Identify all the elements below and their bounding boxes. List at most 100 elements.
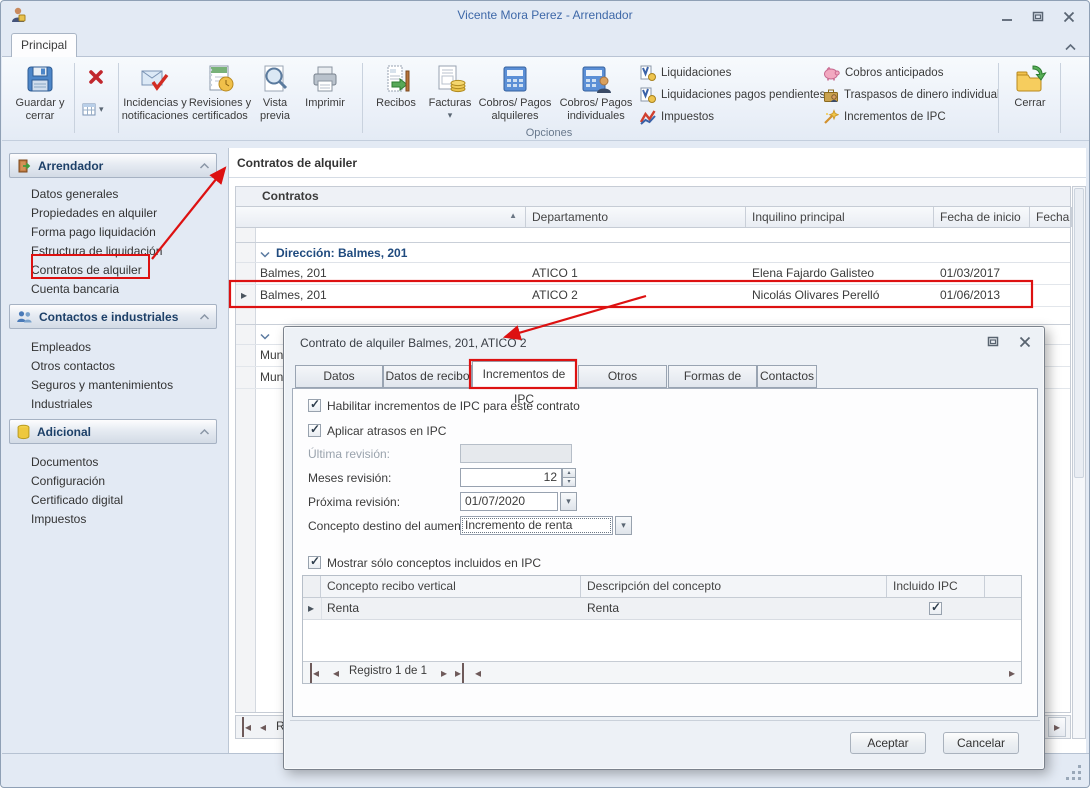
close-button[interactable] [1058, 9, 1080, 25]
nav-first-icon[interactable]: ◂ [242, 717, 251, 737]
meses-revision-label: Meses revisión: [308, 471, 391, 485]
sidebar-item-industriales[interactable]: Industriales [31, 395, 92, 414]
cobros-pagos-alquileres-button[interactable]: Cobros/ Pagos alquileres [478, 61, 552, 123]
nav-prev-icon[interactable]: ◂ [333, 663, 339, 683]
sidebar-item-configuracion[interactable]: Configuración [31, 472, 105, 491]
separator [74, 63, 75, 133]
traspasos-link[interactable]: Traspasos de dinero individual [823, 87, 1000, 103]
column-header-direccion[interactable]: ▲ [256, 207, 526, 227]
nav-prev-icon[interactable]: ◂ [260, 717, 266, 737]
sidebar-item-forma-pago[interactable]: Forma pago liquidación [31, 223, 156, 242]
scrollbar-thumb[interactable] [1074, 188, 1084, 478]
contract-dialog: Contrato de alquiler Balmes, 201, ATICO … [283, 326, 1045, 770]
cancelar-button[interactable]: Cancelar [943, 732, 1019, 754]
column-header-concepto[interactable]: Concepto recibo vertical [321, 576, 581, 597]
minimize-button[interactable] [996, 9, 1018, 25]
incluido-ipc-checkbox[interactable]: ✓ [929, 602, 942, 615]
proxima-revision-field[interactable]: 01/07/2020 [460, 492, 558, 511]
concepto-destino-combo[interactable]: Incremento de renta [460, 516, 613, 535]
sidebar-item-empleados[interactable]: Empleados [31, 338, 91, 357]
separator [362, 63, 363, 133]
imprimir-button[interactable]: Imprimir [298, 61, 352, 110]
liquidaciones-link[interactable]: Liquidaciones [640, 65, 731, 81]
liquidaciones-pendientes-link[interactable]: Liquidaciones pagos pendientes [640, 87, 825, 103]
sidebar-item-contratos-alquiler[interactable]: Contratos de alquiler [31, 261, 142, 280]
atrasos-checkbox[interactable]: ✓ [308, 424, 321, 437]
record-counter: Registro 1 de 1 [349, 665, 427, 677]
sidebar-item-datos-generales[interactable]: Datos generales [31, 185, 118, 204]
nav-last-icon[interactable]: ▸ [455, 663, 464, 683]
layout-dropdown-button[interactable]: ▾ [80, 99, 114, 119]
habilitar-checkbox[interactable]: ✓ [308, 399, 321, 412]
column-header-incluido[interactable]: Incluido IPC [887, 576, 985, 597]
scroll-right-button[interactable]: ▸ [1048, 717, 1066, 737]
resize-grip-icon[interactable] [1065, 764, 1083, 782]
spin-down-button[interactable]: ▾ [562, 477, 576, 487]
save-and-close-button[interactable]: Guardar y cerrar [10, 61, 70, 123]
cobros-anticipados-link[interactable]: Cobros anticipados [823, 65, 943, 81]
meses-revision-field[interactable]: 12 [460, 468, 562, 487]
incrementos-ipc-link[interactable]: Incrementos de IPC [823, 109, 946, 125]
table-row-selected[interactable]: ▸ Renta Renta ✓ [303, 598, 1021, 620]
revisiones-button[interactable]: Revisiones y certificados [188, 61, 252, 123]
tab-contactos[interactable]: Contactos [757, 365, 817, 388]
concepto-dropdown-button[interactable]: ▾ [615, 516, 632, 535]
aceptar-button[interactable]: Aceptar [850, 732, 926, 754]
tab-incrementos-ipc[interactable]: Incrementos de IPC [472, 361, 576, 389]
maximize-button[interactable] [1027, 9, 1049, 25]
dialog-maximize-button[interactable] [982, 334, 1004, 350]
sidebar-item-otros-contactos[interactable]: Otros contactos [31, 357, 115, 376]
sidebar-group-arrendador[interactable]: Arrendador [9, 153, 217, 178]
column-header-departamento[interactable]: Departamento [526, 207, 746, 227]
vertical-scrollbar[interactable] [1072, 186, 1086, 739]
table-row-selected[interactable]: ▸ Balmes, 201 ATICO 2 Nicolás Olivares P… [236, 285, 1070, 307]
tab-datos-recibo[interactable]: Datos de recibo [383, 365, 472, 388]
column-header-inquilino[interactable]: Inquilino principal [746, 207, 934, 227]
sidebar-item-impuestos[interactable]: Impuestos [31, 510, 86, 529]
mostrar-checkbox[interactable]: ✓ [308, 556, 321, 569]
date-dropdown-button[interactable]: ▾ [560, 492, 577, 511]
calculator-icon [499, 61, 531, 97]
impuestos-link[interactable]: Impuestos [640, 109, 714, 125]
nav-next-icon[interactable]: ▸ [441, 663, 447, 683]
column-header-fecha-inicio[interactable]: Fecha de inicio [934, 207, 1030, 227]
chevron-up-icon [199, 428, 210, 436]
tab-principal[interactable]: Principal [11, 33, 77, 57]
dialog-title: Contrato de alquiler Balmes, 201, ATICO … [300, 336, 527, 350]
liquidaciones-pendientes-icon [640, 87, 656, 103]
conceptos-grid: Concepto recibo vertical Descripción del… [302, 575, 1022, 684]
tab-formas-cobro[interactable]: Formas de cobro [668, 365, 757, 388]
column-header-fecha[interactable]: Fecha [1030, 207, 1072, 227]
table-row[interactable]: Balmes, 201 ATICO 1 Elena Fajardo Galist… [236, 263, 1070, 285]
tab-datos-generales[interactable]: Datos generales [295, 365, 383, 388]
facturas-button[interactable]: Facturas ▾ [424, 61, 476, 121]
cobros-pagos-individuales-button[interactable]: Cobros/ Pagos individuales [556, 61, 636, 123]
sidebar-group-contactos[interactable]: Contactos e industriales [9, 304, 217, 329]
delete-button[interactable] [80, 67, 112, 93]
grid-band-header[interactable]: Contratos [236, 187, 1070, 207]
column-header-descripcion[interactable]: Descripción del concepto [581, 576, 887, 597]
sidebar-group-adicional[interactable]: Adicional [9, 419, 217, 444]
group-row-balmes[interactable]: Dirección: Balmes, 201 [236, 242, 1070, 263]
database-icon [16, 424, 31, 440]
dialog-footer-divider [290, 720, 1040, 721]
sidebar-item-seguros[interactable]: Seguros y mantenimientos [31, 376, 173, 395]
grid-indicator-cell [303, 576, 321, 597]
cerrar-button[interactable]: Cerrar [1004, 61, 1056, 110]
grid-icon [82, 103, 96, 116]
nav-first-icon[interactable]: ◂ [310, 663, 319, 683]
sidebar-item-documentos[interactable]: Documentos [31, 453, 98, 472]
sidebar-item-propiedades[interactable]: Propiedades en alquiler [31, 204, 157, 223]
sidebar-item-cuenta-bancaria[interactable]: Cuenta bancaria [31, 280, 119, 299]
tab-otros-incrementos[interactable]: Otros incrementos [578, 365, 667, 388]
dialog-close-button[interactable] [1014, 334, 1036, 350]
recibos-button[interactable]: Recibos [370, 61, 422, 110]
scroll-left-icon[interactable]: ◂ [475, 663, 481, 683]
scroll-right-icon[interactable]: ▸ [1009, 663, 1015, 683]
sidebar-item-certificado[interactable]: Certificado digital [31, 491, 123, 510]
sidebar-item-estructura[interactable]: Estructura de liquidación [31, 242, 162, 261]
grid-col-borders [321, 598, 322, 619]
incidencias-button[interactable]: Incidencias y notificaciones [123, 61, 187, 123]
vista-previa-button[interactable]: Vista previa [254, 61, 296, 123]
ribbon-collapse-icon[interactable] [1059, 39, 1081, 55]
